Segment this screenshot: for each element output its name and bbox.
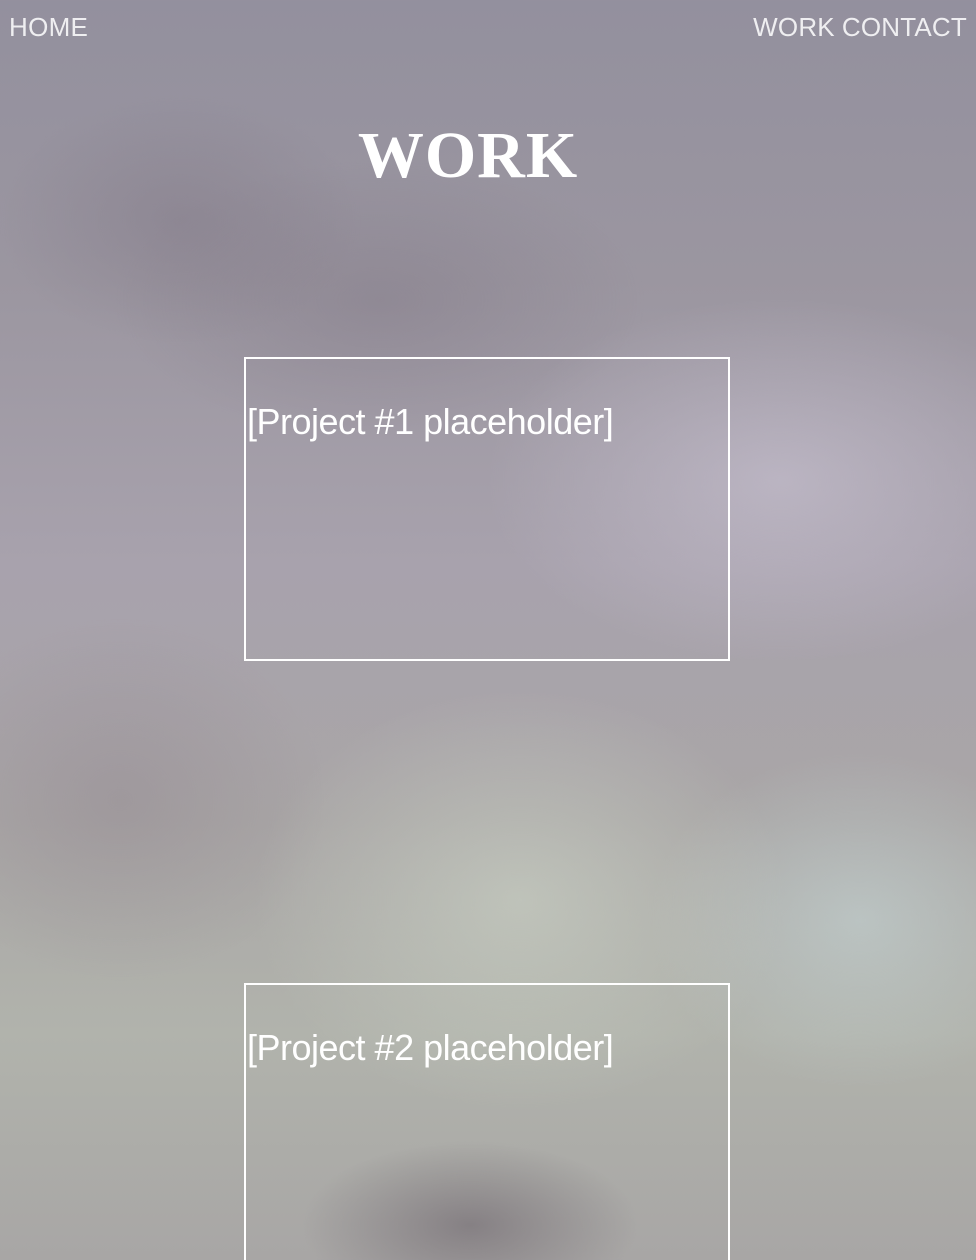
page-title: WORK xyxy=(357,119,579,192)
project-card-1[interactable]: [Project #1 placeholder] xyxy=(244,357,730,661)
nav-menu: WORK CONTACT xyxy=(753,12,967,43)
project-card-2[interactable]: [Project #2 placeholder] xyxy=(244,983,730,1260)
nav-work-link[interactable]: WORK xyxy=(753,12,835,43)
project-label: [Project #2 placeholder] xyxy=(247,1027,614,1068)
project-label: [Project #1 placeholder] xyxy=(247,401,614,442)
nav-contact-link[interactable]: CONTACT xyxy=(842,12,967,43)
nav-home-link[interactable]: HOME xyxy=(9,12,88,43)
